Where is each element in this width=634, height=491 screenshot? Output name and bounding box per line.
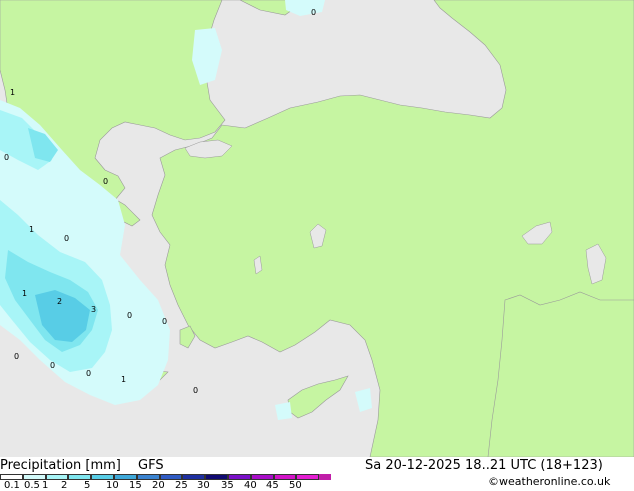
color-scale-tick-label: 2 <box>61 480 68 491</box>
product-title: Precipitation [mm] <box>0 458 121 473</box>
color-scale-tick-label: 5 <box>84 480 91 491</box>
color-scale-tick-label: 20 <box>152 480 165 491</box>
credit-text[interactable]: ©weatheronline.co.uk <box>488 475 610 489</box>
color-scale-tick-label: 1 <box>42 480 49 491</box>
valid-datetime: Sa 20-12-2025 18..21 UTC (18+123) <box>365 458 603 473</box>
color-scale-tick-label: 0.1 <box>4 480 20 491</box>
color-scale-tick-label: 0.5 <box>24 480 40 491</box>
map-label: 0 <box>50 361 55 370</box>
map-label: 2 <box>57 297 62 306</box>
map-label: 0 <box>4 153 9 162</box>
map-label: 0 <box>86 369 91 378</box>
color-scale-ticks: 0.1 0.5 1 2 5 10 15 20 25 30 35 40 45 50 <box>0 479 330 491</box>
map-label: 1 <box>29 225 34 234</box>
land-levant <box>487 291 634 458</box>
map-label: 0 <box>103 177 108 186</box>
model-name: GFS <box>138 458 164 473</box>
color-scale-tick-label: 25 <box>175 480 188 491</box>
legend-footer: Precipitation [mm] GFS Sa 20-12-2025 18.… <box>0 457 634 491</box>
map-label: 0 <box>14 352 19 361</box>
map-label: 3 <box>91 305 96 314</box>
map-label: 0 <box>193 386 198 395</box>
map-label: 0 <box>162 317 167 326</box>
color-scale-tick-label: 45 <box>266 480 279 491</box>
map-canvas: 1 0 0 1 0 1 2 3 0 0 0 0 1 0 0 0 <box>0 0 634 458</box>
map-label: 0 <box>64 234 69 243</box>
color-scale-tick-label: 35 <box>221 480 234 491</box>
map-label: 0 <box>311 8 316 17</box>
map-label: 1 <box>121 375 126 384</box>
map-label: 1 <box>22 289 27 298</box>
color-scale-tick-label: 30 <box>197 480 210 491</box>
color-scale-tick-label: 50 <box>289 480 302 491</box>
color-scale-tick-label: 15 <box>129 480 142 491</box>
color-scale-tick-label: 10 <box>106 480 119 491</box>
color-scale-tick-label: 40 <box>244 480 257 491</box>
precipitation-map[interactable]: 1 0 0 1 0 1 2 3 0 0 0 0 1 0 0 0 <box>0 0 634 458</box>
map-label: 0 <box>127 311 132 320</box>
map-label: 1 <box>10 88 15 97</box>
precip-area-light-south <box>275 402 292 420</box>
